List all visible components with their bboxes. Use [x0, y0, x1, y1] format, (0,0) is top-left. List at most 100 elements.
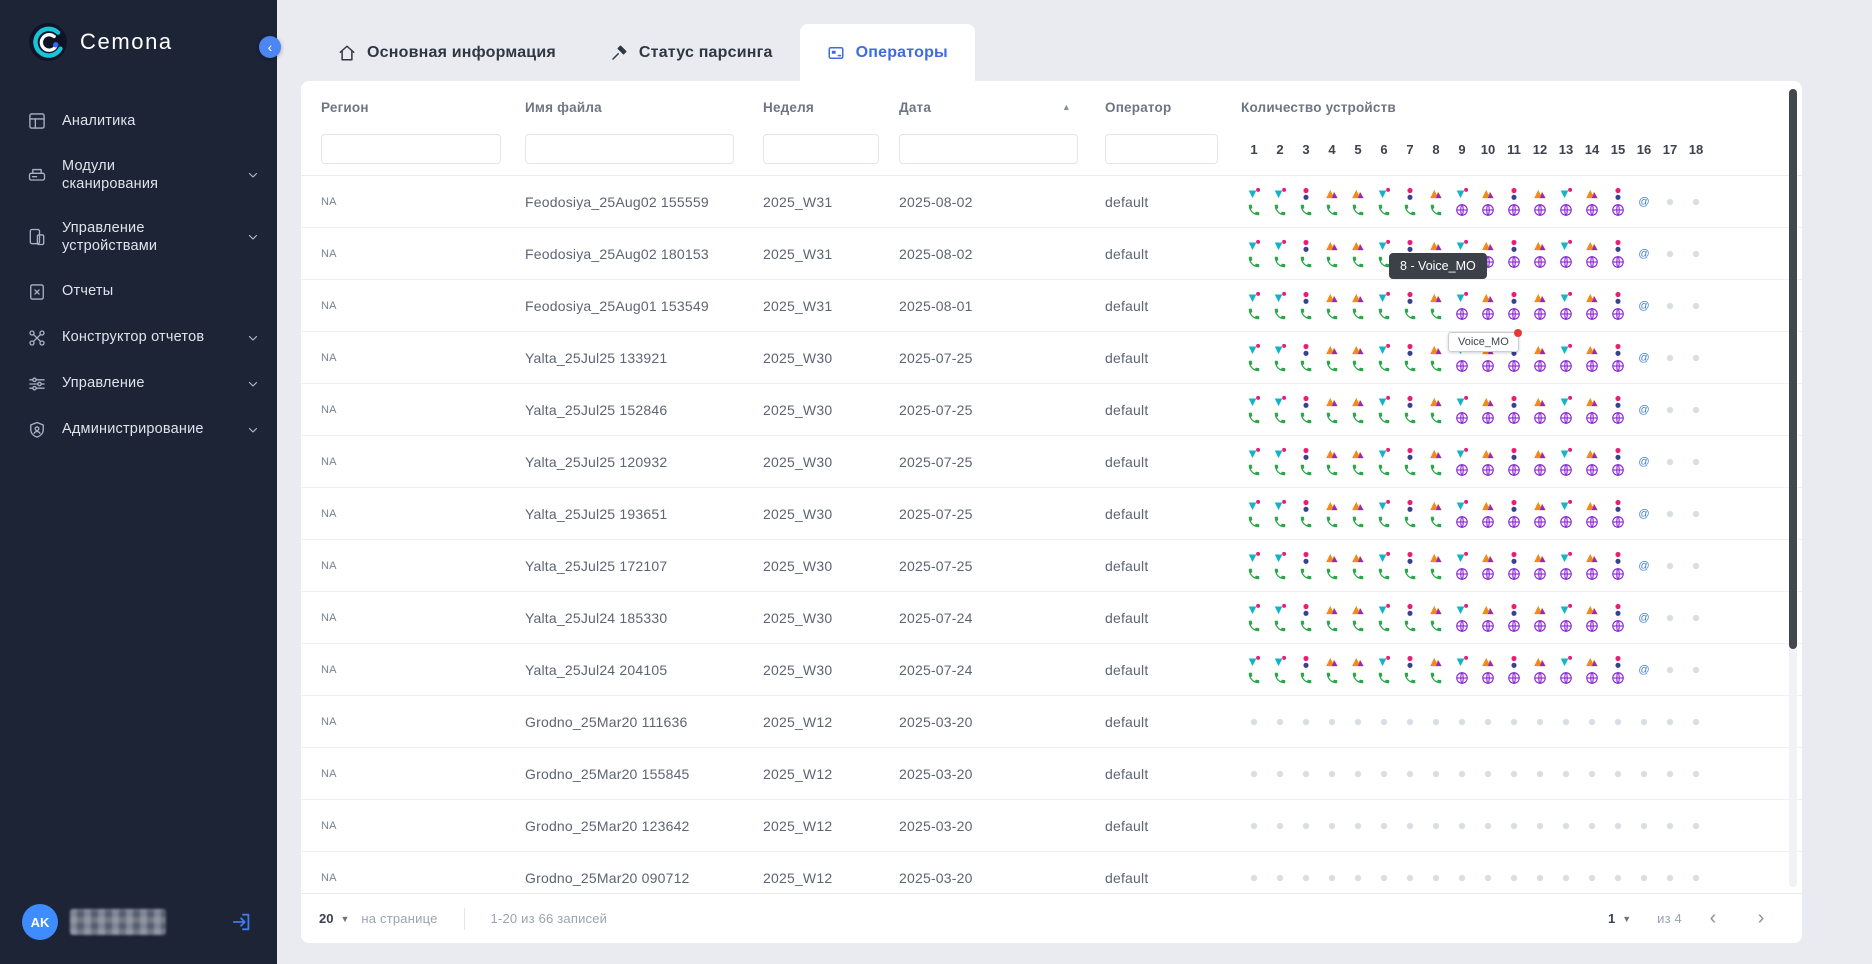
device-cell-9[interactable]: [1449, 177, 1475, 227]
device-cell-14[interactable]: [1579, 333, 1605, 383]
sidebar-item-report-constructor[interactable]: Конструктор отчетов: [0, 315, 277, 361]
scrollbar-thumb[interactable]: [1789, 89, 1797, 649]
filter-region-input[interactable]: [321, 134, 501, 164]
device-cell-5[interactable]: [1345, 229, 1371, 279]
table-row[interactable]: NAYalta_25Jul25 1936512025_W302025-07-25…: [301, 488, 1802, 540]
device-cell-7[interactable]: [1397, 645, 1423, 695]
device-cell-3[interactable]: [1293, 437, 1319, 487]
device-cell-4[interactable]: [1319, 489, 1345, 539]
device-cell-3[interactable]: [1293, 177, 1319, 227]
device-cell-11[interactable]: [1501, 281, 1527, 331]
device-cell-12[interactable]: [1527, 333, 1553, 383]
device-cell-13[interactable]: [1553, 437, 1579, 487]
tab-operators[interactable]: Операторы: [800, 24, 975, 81]
device-cell-4[interactable]: [1319, 281, 1345, 331]
device-cell-6[interactable]: [1371, 281, 1397, 331]
device-cell-6[interactable]: [1371, 489, 1397, 539]
device-cell-5[interactable]: [1345, 281, 1371, 331]
device-cell-11[interactable]: [1501, 385, 1527, 435]
device-cell-13[interactable]: [1553, 645, 1579, 695]
device-cell-3[interactable]: [1293, 541, 1319, 591]
device-cell-13[interactable]: [1553, 333, 1579, 383]
device-cell-14[interactable]: [1579, 593, 1605, 643]
device-cell-14[interactable]: [1579, 385, 1605, 435]
device-cell-16[interactable]: @: [1631, 437, 1657, 487]
device-cell-4[interactable]: [1319, 645, 1345, 695]
sidebar-item-device-management[interactable]: Управление устройствами: [0, 206, 277, 268]
device-cell-2[interactable]: [1267, 333, 1293, 383]
device-cell-13[interactable]: [1553, 229, 1579, 279]
device-cell-6[interactable]: [1371, 333, 1397, 383]
column-header-operator[interactable]: Оператор: [1105, 100, 1241, 115]
device-cell-10[interactable]: [1475, 437, 1501, 487]
device-cell-16[interactable]: @: [1631, 489, 1657, 539]
device-cell-2[interactable]: [1267, 281, 1293, 331]
table-row[interactable]: NAFeodosiya_25Aug01 1535492025_W312025-0…: [301, 280, 1802, 332]
device-cell-4[interactable]: [1319, 437, 1345, 487]
table-row[interactable]: NAGrodno_25Mar20 0907122025_W122025-03-2…: [301, 852, 1802, 893]
device-cell-12[interactable]: [1527, 281, 1553, 331]
device-cell-11[interactable]: [1501, 541, 1527, 591]
sidebar-item-administration[interactable]: Администрирование: [0, 407, 277, 453]
device-cell-13[interactable]: [1553, 541, 1579, 591]
device-cell-4[interactable]: [1319, 593, 1345, 643]
device-cell-8[interactable]: [1423, 385, 1449, 435]
device-cell-1[interactable]: [1241, 437, 1267, 487]
device-cell-6[interactable]: [1371, 645, 1397, 695]
device-cell-15[interactable]: [1605, 437, 1631, 487]
device-cell-12[interactable]: [1527, 177, 1553, 227]
device-cell-10[interactable]: [1475, 281, 1501, 331]
device-cell-11[interactable]: [1501, 229, 1527, 279]
device-cell-7[interactable]: [1397, 333, 1423, 383]
device-cell-15[interactable]: [1605, 645, 1631, 695]
device-cell-1[interactable]: [1241, 541, 1267, 591]
device-cell-15[interactable]: [1605, 281, 1631, 331]
device-cell-3[interactable]: [1293, 593, 1319, 643]
table-row[interactable]: NAYalta_25Jul25 1339212025_W302025-07-25…: [301, 332, 1802, 384]
device-cell-7[interactable]: [1397, 437, 1423, 487]
device-cell-14[interactable]: [1579, 229, 1605, 279]
device-cell-10[interactable]: [1475, 541, 1501, 591]
device-cell-6[interactable]: [1371, 437, 1397, 487]
table-row[interactable]: NAYalta_25Jul24 2041052025_W302025-07-24…: [301, 644, 1802, 696]
device-cell-11[interactable]: [1501, 489, 1527, 539]
filter-week-input[interactable]: [763, 134, 879, 164]
device-cell-8[interactable]: [1423, 437, 1449, 487]
table-row[interactable]: NAGrodno_25Mar20 1558452025_W122025-03-2…: [301, 748, 1802, 800]
device-cell-2[interactable]: [1267, 593, 1293, 643]
device-cell-2[interactable]: [1267, 489, 1293, 539]
device-cell-11[interactable]: [1501, 437, 1527, 487]
device-cell-2[interactable]: [1267, 229, 1293, 279]
device-cell-15[interactable]: [1605, 333, 1631, 383]
device-cell-7[interactable]: [1397, 541, 1423, 591]
table-row[interactable]: NAYalta_25Jul25 1209322025_W302025-07-25…: [301, 436, 1802, 488]
device-cell-4[interactable]: [1319, 177, 1345, 227]
device-cell-1[interactable]: [1241, 177, 1267, 227]
device-cell-16[interactable]: @: [1631, 333, 1657, 383]
column-header-date[interactable]: Дата ▲: [899, 100, 1105, 115]
device-cell-11[interactable]: [1501, 177, 1527, 227]
device-cell-15[interactable]: [1605, 385, 1631, 435]
device-cell-14[interactable]: [1579, 645, 1605, 695]
device-cell-6[interactable]: [1371, 385, 1397, 435]
avatar[interactable]: AK: [22, 904, 58, 940]
page-select[interactable]: 1 ▼: [1608, 911, 1631, 926]
sidebar-item-management[interactable]: Управление: [0, 361, 277, 407]
device-cell-7[interactable]: [1397, 593, 1423, 643]
tab-main-info[interactable]: Основная информация: [311, 24, 583, 81]
filter-operator-input[interactable]: [1105, 134, 1218, 164]
device-cell-14[interactable]: [1579, 281, 1605, 331]
device-cell-16[interactable]: @: [1631, 645, 1657, 695]
device-cell-9[interactable]: [1449, 645, 1475, 695]
device-cell-14[interactable]: [1579, 437, 1605, 487]
device-cell-7[interactable]: [1397, 177, 1423, 227]
device-cell-5[interactable]: [1345, 593, 1371, 643]
table-row[interactable]: NAYalta_25Jul24 1853302025_W302025-07-24…: [301, 592, 1802, 644]
device-cell-3[interactable]: [1293, 489, 1319, 539]
device-cell-15[interactable]: [1605, 177, 1631, 227]
table-row[interactable]: NAYalta_25Jul25 1528462025_W302025-07-25…: [301, 384, 1802, 436]
vertical-scrollbar[interactable]: [1789, 89, 1797, 887]
table-row[interactable]: NAGrodno_25Mar20 1116362025_W122025-03-2…: [301, 696, 1802, 748]
device-cell-16[interactable]: @: [1631, 593, 1657, 643]
device-cell-6[interactable]: [1371, 177, 1397, 227]
